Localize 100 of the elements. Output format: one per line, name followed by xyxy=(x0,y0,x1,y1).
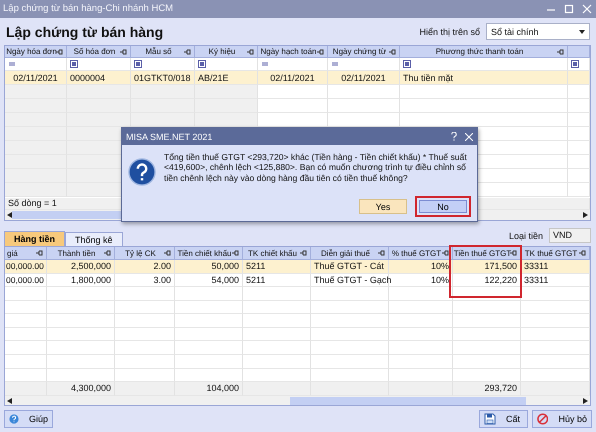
pin-icon[interactable] xyxy=(164,250,171,256)
help-icon[interactable] xyxy=(451,132,457,141)
empty-cell xyxy=(47,355,115,369)
save-button[interactable]: Cất xyxy=(479,410,528,428)
empty-cell xyxy=(47,341,115,356)
left-arrow-icon[interactable] xyxy=(7,398,12,404)
pin-icon[interactable] xyxy=(579,250,586,256)
table-row[interactable]: 00,000.00 2,500,000 2.00 50,000 5211 Thuế GTGT - Cát 10% 171,500 33311 xyxy=(5,260,590,274)
filter-icon[interactable] xyxy=(403,60,411,68)
tab[interactable]: Hàng tiền xyxy=(4,231,66,246)
column-header[interactable]: Ngày chứng từ xyxy=(328,46,400,58)
table-row[interactable]: 00,000.00 1,800,000 3.00 54,000 5211 Thuế GTGT - Gạch 10% 122,220 33311 xyxy=(5,274,590,288)
left-arrow-icon[interactable] xyxy=(7,212,12,218)
column-header[interactable]: giá xyxy=(5,247,47,260)
empty-cell xyxy=(115,314,175,328)
filter-icon[interactable] xyxy=(571,60,579,68)
pin-icon[interactable] xyxy=(378,250,385,256)
pin-icon[interactable] xyxy=(56,49,63,56)
pin-icon[interactable] xyxy=(104,250,111,256)
empty-cell xyxy=(175,300,243,314)
pin-icon[interactable] xyxy=(36,250,43,256)
column-header[interactable]: Thành tiền xyxy=(47,247,115,260)
dropdown-caret-icon[interactable] xyxy=(579,30,585,34)
pin-icon[interactable] xyxy=(247,49,254,56)
close-icon[interactable] xyxy=(465,132,473,140)
column-header[interactable]: Ngày hạch toán xyxy=(258,46,328,58)
display-on-label: Hiển thị trên sổ xyxy=(419,26,480,37)
filter-cell[interactable] xyxy=(568,58,590,72)
ledger-dropdown[interactable]: Sổ tài chính xyxy=(486,23,590,40)
filter-icon[interactable] xyxy=(198,60,206,68)
right-arrow-icon[interactable] xyxy=(583,212,588,218)
empty-cell xyxy=(5,355,47,369)
filter-cell[interactable] xyxy=(131,58,195,72)
empty-cell xyxy=(521,355,590,369)
filter-icon[interactable] xyxy=(70,60,78,68)
filter-cell[interactable] xyxy=(195,58,258,72)
column-header[interactable]: TK chiết khấu xyxy=(243,247,311,260)
horizontal-scrollbar[interactable] xyxy=(5,396,590,406)
empty-cell xyxy=(175,314,243,328)
empty-cell xyxy=(521,300,590,314)
empty-cell xyxy=(175,355,243,369)
no-button[interactable]: No xyxy=(415,196,471,217)
column-header[interactable]: Số hóa đơn xyxy=(67,46,131,58)
table-cell: 122,220 xyxy=(453,274,521,288)
empty-cell xyxy=(453,300,521,314)
pin-icon[interactable] xyxy=(442,250,449,256)
question-icon xyxy=(128,158,156,186)
column-header[interactable]: Tiền thuế GTGT xyxy=(453,247,521,260)
filter-cell[interactable] xyxy=(5,58,67,72)
empty-cell xyxy=(521,314,590,328)
filter-cell[interactable] xyxy=(258,58,328,72)
pin-icon[interactable] xyxy=(510,250,517,256)
empty-cell xyxy=(115,328,175,342)
right-arrow-icon[interactable] xyxy=(583,398,588,404)
column-header[interactable]: Tỷ lệ CK xyxy=(115,247,175,260)
equals-icon[interactable] xyxy=(8,60,16,68)
pin-icon[interactable] xyxy=(232,250,239,256)
save-icon xyxy=(484,413,496,426)
pin-icon[interactable] xyxy=(300,250,307,256)
empty-cell xyxy=(5,314,47,328)
yes-button[interactable]: Yes xyxy=(359,199,407,214)
column-header[interactable]: Phương thức thanh toán xyxy=(400,46,568,58)
empty-cell xyxy=(389,355,453,369)
filter-cell[interactable] xyxy=(67,58,131,72)
equals-icon[interactable] xyxy=(261,60,269,68)
column-header[interactable]: Ký hiệu xyxy=(195,46,258,58)
help-button[interactable]: Giúp xyxy=(4,410,53,428)
pin-icon[interactable] xyxy=(120,49,127,56)
column-header[interactable]: % thuế GTGT xyxy=(389,247,453,260)
empty-cell xyxy=(243,328,311,342)
column-header[interactable]: Tiền chiết khấu xyxy=(175,247,243,260)
empty-cell xyxy=(243,300,311,314)
empty-cell xyxy=(47,314,115,328)
empty-cell xyxy=(521,328,590,342)
empty-cell xyxy=(47,328,115,342)
cancel-button[interactable]: Hủy bỏ xyxy=(532,410,592,428)
pin-icon[interactable] xyxy=(184,49,191,56)
equals-icon[interactable] xyxy=(331,60,339,68)
empty-cell xyxy=(453,341,521,356)
close-icon[interactable] xyxy=(582,4,592,14)
pin-icon[interactable] xyxy=(557,49,564,56)
column-header[interactable]: Diễn giải thuế xyxy=(311,247,389,260)
maximize-icon[interactable] xyxy=(564,4,574,14)
empty-cell xyxy=(243,355,311,369)
table-row[interactable]: 02/11/2021 0000004 01GTKT0/018 AB/21E 02/11/2021 02/11/2021 Thu tiền mặt xyxy=(5,71,590,86)
filter-icon[interactable] xyxy=(134,60,142,68)
currency-field[interactable]: VND xyxy=(549,228,591,244)
tab[interactable]: Thống kê xyxy=(65,232,123,246)
filter-cell[interactable] xyxy=(328,58,400,72)
empty-cell xyxy=(243,341,311,356)
filter-cell[interactable] xyxy=(400,58,568,72)
pin-icon[interactable] xyxy=(389,49,396,56)
empty-cell xyxy=(453,355,521,369)
empty-cell xyxy=(115,341,175,356)
column-header[interactable]: Mẫu số xyxy=(131,46,195,58)
pin-icon[interactable] xyxy=(317,49,324,56)
empty-cell xyxy=(243,314,311,328)
page-title: Lập chứng từ bán hàng xyxy=(6,24,164,40)
column-header[interactable]: TK thuế GTGT xyxy=(521,247,590,260)
column-header[interactable]: Ngày hóa đơn xyxy=(5,46,67,58)
